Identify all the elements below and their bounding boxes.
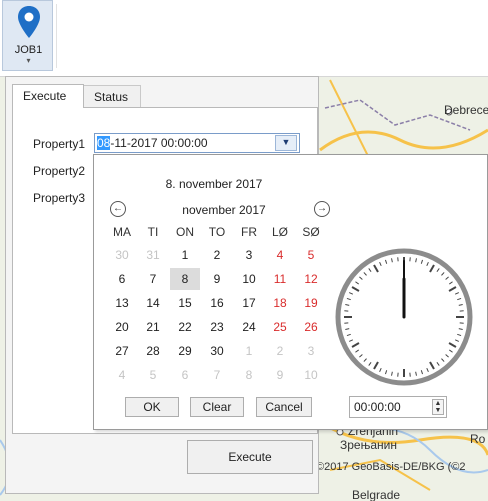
weekday-label: TO [208,225,226,239]
datetime-value: 08-11-2017 00:00:00 [97,136,208,150]
weekday-label: SØ [302,225,320,239]
calendar-day[interactable]: 12 [296,268,326,290]
property3-label: Property3 [33,191,86,205]
calendar-day[interactable]: 18 [265,292,295,314]
calendar-day[interactable]: 28 [138,340,168,362]
map-label-ro: Ro [470,432,486,446]
analog-clock [335,248,473,386]
calendar-day[interactable]: 1 [234,340,264,362]
calendar-day[interactable]: 3 [234,244,264,266]
calendar-day[interactable]: 29 [170,340,200,362]
map-pin-icon [18,6,40,38]
property1-label: Property1 [33,137,86,151]
calendar-day[interactable]: 13 [107,292,137,314]
calendar-day[interactable]: 17 [234,292,264,314]
calendar-month-label[interactable]: november 2017 [134,203,314,217]
calendar-day[interactable]: 27 [107,340,137,362]
calendar-day[interactable]: 2 [265,340,295,362]
calendar-day[interactable]: 5 [138,364,168,386]
map-label-belgrade: Belgrade [352,488,401,501]
weekday-label: ON [176,225,194,239]
map-attribution: ©2017 GeoBasis-DE/BKG (©2 [316,461,466,473]
calendar-day[interactable]: 24 [234,316,264,338]
map-label-debrecen: Debrece [444,103,488,117]
calendar-day[interactable]: 7 [202,364,232,386]
calendar-day[interactable]: 20 [107,316,137,338]
calendar-day[interactable]: 22 [170,316,200,338]
datetime-picker-popup: 8. november 2017 ← november 2017 → MA TI O… [93,154,488,430]
calendar-day[interactable]: 5 [296,244,326,266]
calendar-day[interactable]: 8 [234,364,264,386]
property2-label: Property2 [33,164,86,178]
calendar-day[interactable]: 19 [296,292,326,314]
clear-button[interactable]: Clear [190,397,244,417]
arrow-left-icon[interactable]: ← [110,201,126,217]
calendar-day[interactable]: 16 [202,292,232,314]
calendar-day[interactable]: 11 [265,268,295,290]
calendar-day[interactable]: 3 [296,340,326,362]
cancel-button[interactable]: Cancel [256,397,312,417]
calendar-selected-date: 8. november 2017 [165,177,263,191]
calendar-day[interactable]: 30 [107,244,137,266]
calendar-day[interactable]: 6 [107,268,137,290]
arrow-right-icon[interactable]: → [314,201,330,217]
datetime-rest: -11-2017 00:00:00 [110,136,208,150]
calendar-day[interactable]: 9 [265,364,295,386]
execute-button[interactable]: Execute [187,440,313,474]
calendar-day[interactable]: 4 [107,364,137,386]
chevron-down-icon: ▾ [26,56,31,65]
weekday-label: MA [113,225,131,239]
calendar-day[interactable]: 23 [202,316,232,338]
calendar-day[interactable]: 26 [296,316,326,338]
ribbon-divider [56,4,57,68]
job1-button[interactable]: JOB1 ▾ [2,0,53,71]
weekday-label: FR [241,225,257,239]
calendar-day[interactable]: 10 [234,268,264,290]
weekday-label: TI [147,225,159,239]
tab-status[interactable]: Status [83,85,141,108]
spinner-icon[interactable]: ▲ ▼ [432,399,444,415]
calendar-day[interactable]: 4 [265,244,295,266]
calendar-day[interactable]: 8 [170,268,200,290]
ok-button[interactable]: OK [125,397,179,417]
calendar-day[interactable]: 1 [170,244,200,266]
calendar-day[interactable]: 9 [202,268,232,290]
time-value: 00:00:00 [354,400,401,414]
calendar-day[interactable]: 7 [138,268,168,290]
calendar-day[interactable]: 30 [202,340,232,362]
calendar-day[interactable]: 25 [265,316,295,338]
calendar-day[interactable]: 10 [296,364,326,386]
calendar-day[interactable]: 31 [138,244,168,266]
datetime-selected-part: 08 [97,136,111,150]
calendar-day[interactable]: 21 [138,316,168,338]
calendar-day[interactable]: 14 [138,292,168,314]
weekday-label: LØ [271,225,288,239]
calendar-day[interactable]: 6 [170,364,200,386]
time-input[interactable]: 00:00:00 ▲ ▼ [349,396,447,418]
calendar-day[interactable]: 2 [202,244,232,266]
ribbon-toolbar: JOB1 ▾ [0,0,488,77]
property1-datetime-input[interactable]: 08-11-2017 00:00:00 ▼ [94,133,300,153]
map-label-zrenjanin-cyrillic: Зрењанин [340,438,397,452]
tab-execute[interactable]: Execute [12,84,84,108]
calendar-day[interactable]: 15 [170,292,200,314]
chevron-down-icon[interactable]: ▼ [275,135,297,151]
job1-label: JOB1 [14,44,43,56]
